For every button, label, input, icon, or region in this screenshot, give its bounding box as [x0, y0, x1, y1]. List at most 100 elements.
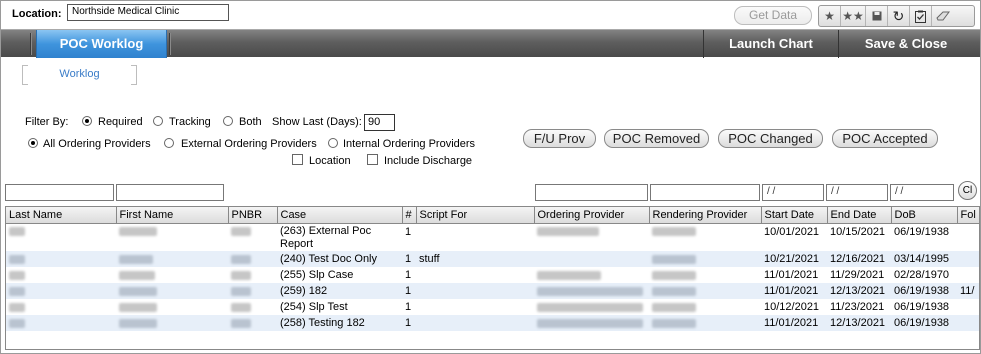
table-row[interactable]: (259) 182 1 11/01/2021 12/13/2021 06/19/… — [6, 283, 979, 299]
poc-accepted-button[interactable]: POC Accepted — [832, 129, 938, 148]
dob-cell: 06/19/1938 — [891, 283, 957, 299]
all-providers-radio[interactable] — [28, 138, 38, 148]
location-checkbox[interactable] — [292, 154, 303, 165]
end-date-cell: 11/23/2021 — [830, 301, 885, 313]
redacted-text — [231, 286, 251, 296]
redacted-text — [119, 286, 157, 296]
redacted-text — [9, 254, 25, 264]
redacted-text — [652, 302, 696, 312]
col-last-name[interactable]: Last Name — [6, 207, 117, 224]
start-date-cell: 11/01/2021 — [764, 269, 819, 281]
case-cell: (263) External Poc Report — [280, 224, 372, 250]
last-name-filter[interactable] — [5, 184, 114, 201]
worklog-table: Last Name First Name PNBR Case # Script … — [5, 206, 980, 350]
eraser-icon[interactable] — [932, 6, 954, 26]
toolbar-icons: ★ ★★ ↻ — [818, 5, 975, 27]
redacted-text — [231, 227, 251, 237]
table-row[interactable]: (263) External Poc Report 1 10/01/2021 1… — [6, 223, 979, 251]
external-providers-radio[interactable] — [164, 138, 174, 148]
col-script-for[interactable]: Script For — [416, 207, 535, 224]
redacted-text — [119, 270, 155, 280]
table-row[interactable]: (258) Testing 182 1 11/01/2021 12/13/202… — [6, 315, 979, 331]
fol-cell — [957, 299, 979, 315]
redacted-text — [231, 302, 251, 312]
poc-removed-button[interactable]: POC Removed — [604, 129, 709, 148]
clipboard-check-icon[interactable] — [910, 6, 932, 26]
redacted-text — [119, 318, 157, 328]
location-field[interactable]: Northside Medical Clinic — [67, 4, 229, 21]
table-row[interactable]: (240) Test Doc Only 1 stuff 10/21/2021 1… — [6, 251, 979, 267]
star-icon[interactable]: ★ — [819, 6, 841, 26]
redacted-text — [537, 318, 643, 328]
show-last-days-label: Show Last (Days): — [272, 116, 362, 128]
dob-filter[interactable]: / / — [890, 184, 954, 201]
table-row[interactable]: (255) Slp Case 1 11/01/2021 11/29/2021 0… — [6, 267, 979, 283]
col-ordering-provider[interactable]: Ordering Provider — [534, 207, 650, 224]
table-row[interactable]: (254) Slp Test 1 10/12/2021 11/23/2021 0… — [6, 299, 979, 315]
save-icon[interactable] — [866, 6, 888, 26]
table-header-row: Last Name First Name PNBR Case # Script … — [6, 207, 979, 224]
redacted-text — [9, 270, 25, 280]
required-radio[interactable] — [82, 116, 92, 126]
rendering-provider-filter[interactable] — [650, 184, 760, 201]
col-fol[interactable]: Fol — [957, 207, 979, 224]
fu-prov-button[interactable]: F/U Prov — [523, 129, 596, 148]
internal-providers-radio[interactable] — [328, 138, 338, 148]
dob-cell: 06/19/1938 — [891, 315, 957, 331]
internal-providers-label: Internal Ordering Providers — [343, 138, 476, 150]
col-case[interactable]: Case — [277, 207, 403, 224]
redacted-text — [231, 254, 251, 264]
get-data-button[interactable]: Get Data — [734, 6, 812, 25]
redacted-text — [537, 227, 599, 237]
save-close-button[interactable]: Save & Close — [838, 30, 973, 58]
col-end-date[interactable]: End Date — [827, 207, 892, 224]
include-discharge-checkbox[interactable] — [367, 154, 378, 165]
refresh-icon[interactable]: ↻ — [888, 6, 910, 26]
col-rendering-provider[interactable]: Rendering Provider — [649, 207, 762, 224]
tab-worklog[interactable]: Worklog — [22, 63, 137, 85]
redacted-text — [652, 254, 696, 264]
end-date-cell: 12/13/2021 — [827, 315, 891, 331]
start-date-filter[interactable]: / / — [762, 184, 824, 201]
col-start-date[interactable]: Start Date — [761, 207, 828, 224]
num-cell: 1 — [402, 251, 416, 267]
redacted-text — [652, 227, 696, 237]
both-radio[interactable] — [223, 116, 233, 126]
location-label: Location: — [12, 8, 62, 20]
start-date-cell: 10/21/2021 — [761, 251, 827, 267]
end-date-cell: 12/13/2021 — [827, 283, 891, 299]
redacted-text — [9, 318, 25, 328]
dob-cell: 03/14/1995 — [891, 251, 957, 267]
script-for-cell — [416, 299, 534, 315]
col-pnbr[interactable]: PNBR — [228, 207, 278, 224]
col-first-name[interactable]: First Name — [116, 207, 229, 224]
ordering-provider-filter[interactable] — [535, 184, 648, 201]
col-dob[interactable]: DoB — [891, 207, 958, 224]
poc-changed-button[interactable]: POC Changed — [718, 129, 823, 148]
num-cell: 1 — [402, 283, 416, 299]
fol-cell — [957, 223, 979, 251]
redacted-text — [119, 227, 157, 237]
end-date-filter[interactable]: / / — [826, 184, 888, 201]
redacted-text — [9, 302, 25, 312]
script-for-cell — [416, 315, 534, 331]
clear-filters-button[interactable]: Cl — [958, 181, 977, 200]
col-number[interactable]: # — [402, 207, 417, 224]
case-cell: (255) Slp Case — [280, 269, 354, 281]
double-star-icon[interactable]: ★★ — [841, 6, 866, 26]
redacted-text — [652, 318, 696, 328]
external-providers-label: External Ordering Providers — [181, 138, 317, 150]
redacted-text — [231, 270, 251, 280]
num-cell: 1 — [405, 301, 412, 313]
launch-chart-button[interactable]: Launch Chart — [703, 30, 838, 58]
redacted-text — [537, 302, 643, 312]
dob-cell: 06/19/1938 — [894, 225, 950, 238]
case-cell: (254) Slp Test — [280, 301, 348, 313]
tab-poc-worklog[interactable]: POC Worklog — [36, 30, 167, 58]
case-cell: (259) 182 — [277, 283, 402, 299]
first-name-filter[interactable] — [116, 184, 224, 201]
dob-cell: 02/28/1970 — [894, 269, 950, 281]
show-last-days-input[interactable]: 90 — [364, 114, 395, 131]
redacted-text — [652, 286, 696, 296]
tracking-radio[interactable] — [153, 116, 163, 126]
